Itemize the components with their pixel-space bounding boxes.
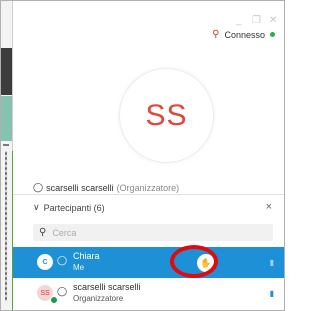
- search-box[interactable]: ⚲: [33, 224, 273, 241]
- status-dot-icon: [270, 32, 275, 37]
- organizer-name: scarselli scarselli: [46, 182, 114, 193]
- maximize-button[interactable]: ❐: [252, 15, 261, 26]
- participant-row[interactable]: C ◯ Chiara Me ✋ ▮: [13, 247, 284, 278]
- search-icon: ⚲: [39, 227, 47, 238]
- divider: [13, 194, 284, 195]
- participant-name: Chiara: [73, 251, 100, 261]
- presence-indicator: [50, 296, 58, 304]
- participant-row[interactable]: SS ◯ scarselli scarselli Organizzatore ▮: [13, 278, 284, 309]
- minimize-button[interactable]: _: [236, 15, 242, 26]
- participants-header[interactable]: ∨ Partecipanti (6): [33, 202, 105, 213]
- headset-icon: ◯: [33, 182, 44, 192]
- microphone-icon[interactable]: ▮: [270, 289, 274, 298]
- headset-icon: ◯: [57, 286, 68, 296]
- participant-name: scarselli scarselli: [73, 282, 141, 292]
- meeting-window: _ ❐ ✕ ⚲ Connesso SS ◯ scarselli scarsell…: [0, 0, 285, 311]
- close-window-button[interactable]: ✕: [269, 15, 277, 26]
- background-app-mark: [3, 144, 9, 146]
- presenter-initials: SS: [145, 98, 188, 132]
- organizer-role: (Organizzatore): [116, 182, 180, 193]
- avatar: C: [37, 254, 53, 270]
- hand-icon: ✋: [200, 257, 212, 268]
- connection-status-label: Connesso: [224, 29, 265, 40]
- chevron-down-icon[interactable]: ∨: [33, 202, 40, 213]
- background-app-panel-teal: [1, 96, 12, 141]
- headset-icon: ◯: [57, 255, 68, 265]
- background-app-panel: [1, 48, 12, 95]
- raise-hand-button[interactable]: ✋: [197, 254, 215, 272]
- participant-subtitle: Organizzatore: [73, 294, 124, 303]
- participants-title: Partecipanti (6): [43, 202, 105, 213]
- search-input[interactable]: [52, 227, 233, 238]
- connection-status: ⚲ Connesso: [212, 29, 275, 40]
- organizer-line: ◯ scarselli scarselli (Organizzatore): [33, 182, 179, 193]
- participant-subtitle: Me: [73, 263, 85, 272]
- background-app-scroll-dots: [5, 151, 7, 301]
- person-icon: ⚲: [212, 29, 220, 40]
- close-icon[interactable]: ×: [266, 201, 272, 213]
- microphone-icon[interactable]: ▮: [270, 258, 274, 267]
- presenter-avatar: SS: [119, 68, 214, 163]
